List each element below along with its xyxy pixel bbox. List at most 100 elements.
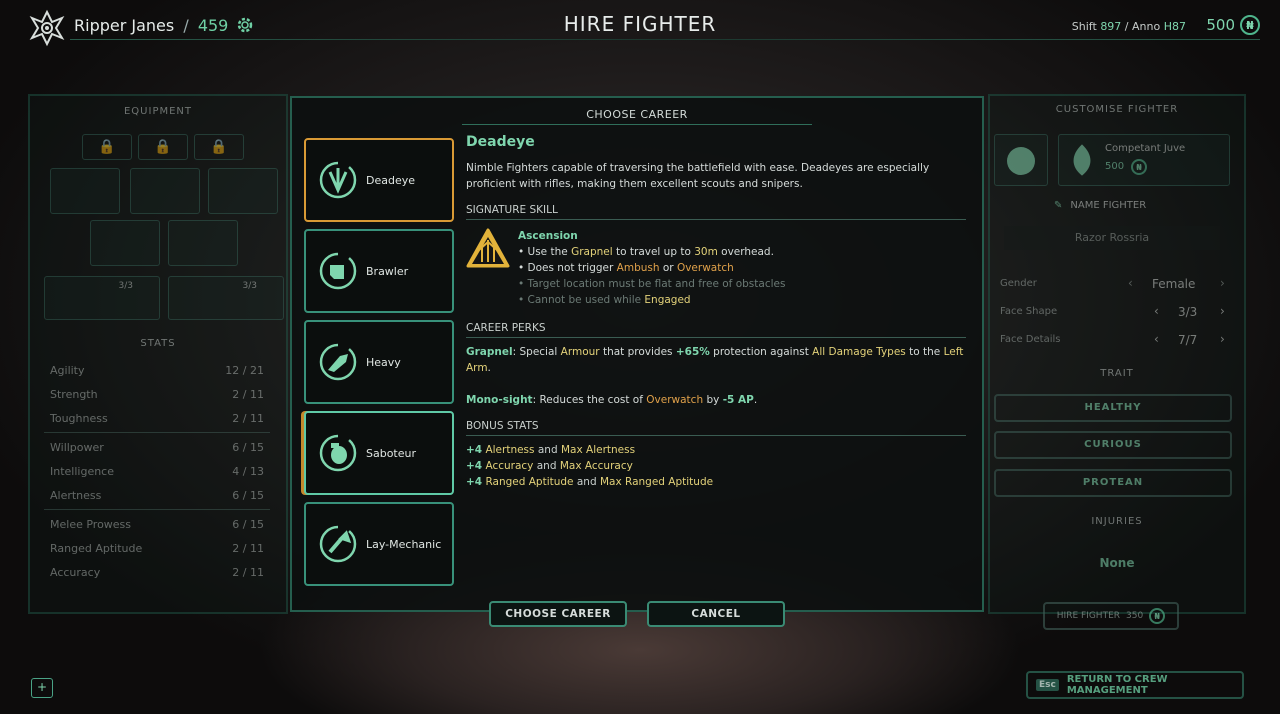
bonus-stat-name: Accuracy (485, 460, 534, 472)
skill-line: • Does not trigger Ambush or Overwatch (518, 262, 734, 274)
signature-skill-header: SIGNATURE SKILL (466, 204, 966, 220)
equipment-slot[interactable] (90, 220, 160, 266)
fighter-name-field[interactable]: Razor Rossria (1004, 226, 1220, 250)
trait-healthy[interactable]: HEALTHY (994, 394, 1232, 422)
return-to-crew-button[interactable]: Esc RETURN TO CREW MANAGEMENT (1026, 671, 1244, 699)
career-label: Heavy (366, 355, 401, 369)
face-details-prev-arrow[interactable]: ‹ (1154, 332, 1159, 346)
gender-label: Gender (1000, 278, 1037, 289)
cancel-button[interactable]: CANCEL (647, 601, 785, 627)
customise-title: CUSTOMISE FIGHTER (1055, 104, 1179, 115)
injuries-value: None (1099, 556, 1135, 570)
hire-fighter-cost: 350 (1126, 611, 1144, 621)
stat-row: Ranged Aptitude 2 / 11 (50, 542, 264, 555)
career-details: Deadeye Nimble Fighters capable of trave… (466, 134, 966, 490)
anno-value: H87 (1163, 20, 1186, 33)
credits-coin-icon: ₦ (1240, 15, 1260, 35)
skill-line: • Use the Grapnel to travel up to 30m ov… (518, 246, 774, 258)
perk-value: -5 AP (722, 394, 754, 406)
credits-value: 500 (1206, 16, 1235, 34)
credits: 500 ₦ (1206, 15, 1260, 35)
choose-career-dialog: CHOOSE CAREER Deadeye Brawler Heavy Sabo… (290, 96, 984, 612)
pen-icon: ✎ (1054, 200, 1063, 211)
skill-text: Use the (527, 246, 568, 258)
perk-name: Grapnel (466, 346, 513, 358)
top-divider (70, 39, 1260, 40)
perk-text: Reduces the cost of (539, 394, 643, 406)
perk-mono-sight: Mono-sight: Reduces the cost of Overwatc… (466, 394, 758, 406)
bonus-joiner: and (576, 476, 597, 488)
lock-icon: 🔒 (138, 134, 188, 160)
armour-slot[interactable] (130, 168, 200, 214)
career-saboteur[interactable]: Saboteur (304, 411, 454, 495)
skill-keyword: Ambush (616, 262, 660, 274)
stat-row: Toughness 2 / 11 (50, 412, 264, 425)
stat-name: Intelligence (50, 465, 115, 478)
shift-value: 897 (1100, 20, 1122, 33)
stat-value: 4 / 13 (232, 465, 264, 478)
face-details-label: Face Details (1000, 334, 1061, 345)
face-shape-prev-arrow[interactable]: ‹ (1154, 304, 1159, 318)
credits-coin-icon: ₦ (1149, 608, 1166, 624)
stat-divider (44, 432, 270, 433)
grenade-icon (319, 434, 357, 472)
stat-name: Accuracy (50, 566, 101, 579)
anno-label: Anno (1132, 20, 1161, 33)
hire-fighter-button[interactable]: HIRE FIGHTER 350 ₦ (1043, 602, 1179, 630)
bonus-stat-max: Max Alertness (560, 444, 636, 456)
career-label: Saboteur (366, 446, 417, 460)
skill-text: Does not trigger (527, 262, 614, 274)
perk-keyword: Overwatch (646, 394, 704, 406)
skill-text: Cannot be used while (527, 294, 642, 306)
face-details-value: 7/7 (1178, 333, 1198, 347)
esc-key-icon: Esc (1036, 679, 1059, 691)
trait-curious[interactable]: CURIOUS (994, 431, 1232, 459)
equipment-slot[interactable] (208, 168, 278, 214)
stat-name: Ranged Aptitude (50, 542, 143, 555)
career-heavy[interactable]: Heavy (304, 320, 454, 404)
career-label: Lay-Mechanic (366, 537, 442, 551)
wrench-icon (319, 525, 357, 563)
face-shape-next-arrow[interactable]: › (1220, 304, 1225, 318)
bonus-stats-header: BONUS STATS (466, 420, 966, 436)
perk-grapnel: Grapnel: Special Armour that provides +6… (466, 346, 964, 374)
perk-text: protection against (713, 346, 809, 358)
skill-name: Ascension (518, 230, 578, 242)
weapon-slot[interactable]: 3/3 (44, 276, 160, 320)
portrait-button[interactable] (994, 134, 1048, 186)
career-deadeye[interactable]: Deadeye (304, 138, 454, 222)
crosshair-icon (319, 161, 357, 199)
equipment-slot[interactable] (168, 220, 238, 266)
stat-value: 6 / 15 (232, 518, 264, 531)
juve-cost: 500 (1105, 161, 1125, 172)
lock-icon: 🔒 (82, 134, 132, 160)
weapon-slot[interactable]: 3/3 (168, 276, 284, 320)
weapon-ammo: 3/3 (242, 281, 257, 291)
trait-protean[interactable]: PROTEAN (994, 469, 1232, 497)
choose-career-button[interactable]: CHOOSE CAREER (489, 601, 627, 627)
career-label: Brawler (366, 264, 409, 278)
skill-keyword: Grapnel (571, 246, 613, 258)
equipment-slot[interactable] (50, 168, 120, 214)
juve-rank-card[interactable]: Competant Juve 500 ₦ (1058, 134, 1230, 186)
gender-next-arrow[interactable]: › (1220, 276, 1225, 290)
add-icon[interactable]: + (31, 678, 53, 698)
stat-value: 2 / 11 (232, 412, 264, 425)
face-details-next-arrow[interactable]: › (1220, 332, 1225, 346)
career-perks-header: CAREER PERKS (466, 322, 966, 338)
career-brawler[interactable]: Brawler (304, 229, 454, 313)
stat-value: 6 / 15 (232, 489, 264, 502)
weapon-ammo: 3/3 (118, 281, 133, 291)
fist-icon (319, 252, 357, 290)
gender-prev-arrow[interactable]: ‹ (1128, 276, 1133, 290)
name-fighter-button[interactable]: ✎ NAME FIGHTER (1054, 200, 1146, 211)
stat-value: 2 / 11 (232, 388, 264, 401)
face-shape-label: Face Shape (1000, 306, 1058, 317)
dialog-title: CHOOSE CAREER (586, 108, 688, 121)
bonus-stat-name: Alertness (485, 444, 535, 456)
career-lay-mechanic[interactable]: Lay-Mechanic (304, 502, 454, 586)
career-description: Nimble Fighters capable of traversing th… (466, 162, 930, 190)
name-fighter-label: NAME FIGHTER (1070, 200, 1147, 211)
bonus-stat-name: Ranged Aptitude (485, 476, 574, 488)
perk-keyword: Armour (560, 346, 600, 358)
